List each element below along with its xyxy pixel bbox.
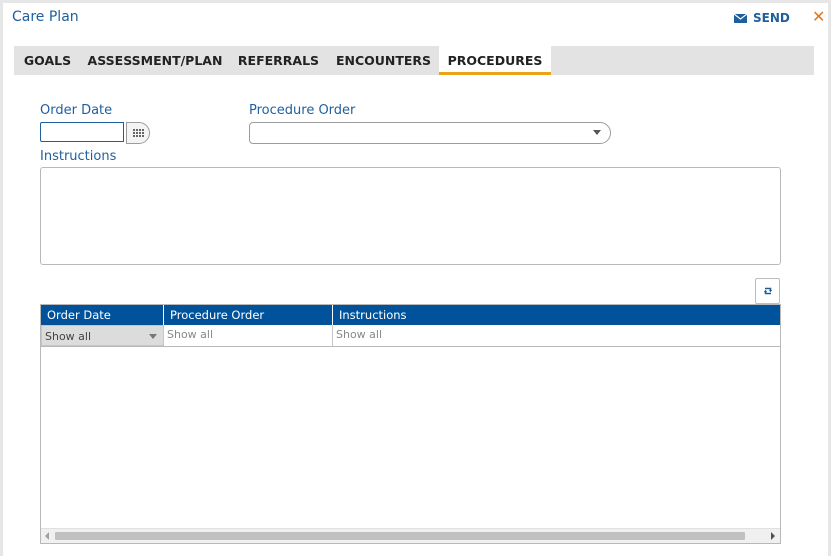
procedure-order-label: Procedure Order (249, 103, 356, 118)
care-plan-dialog: Care Plan SEND ✕ GOALS ASSESSMENT/PLAN R… (3, 3, 828, 556)
horizontal-scrollbar[interactable] (41, 528, 780, 543)
scrollbar-thumb[interactable] (55, 532, 745, 540)
instructions-label: Instructions (40, 149, 117, 164)
order-date-input[interactable] (40, 122, 124, 142)
envelope-icon (734, 13, 747, 23)
dialog-title: Care Plan (12, 9, 79, 25)
order-date-label: Order Date (40, 103, 113, 118)
refresh-button[interactable] (755, 278, 780, 304)
tab-referrals[interactable]: REFERRALS (229, 46, 328, 75)
procedure-order-select[interactable] (249, 122, 611, 144)
send-button[interactable]: SEND (734, 11, 790, 25)
tab-encounters[interactable]: ENCOUNTERS (328, 46, 439, 75)
column-header-procedure-order[interactable]: Procedure Order (164, 305, 333, 325)
scroll-right-icon[interactable] (771, 532, 775, 540)
chevron-down-icon (593, 130, 601, 135)
column-header-instructions[interactable]: Instructions (333, 305, 780, 325)
close-icon[interactable]: ✕ (812, 7, 825, 26)
column-header-order-date[interactable]: Order Date (41, 305, 164, 325)
tab-assessment-plan[interactable]: ASSESSMENT/PLAN (81, 46, 229, 75)
calendar-button[interactable] (126, 122, 150, 144)
refresh-icon (763, 287, 772, 295)
procedures-grid: Order Date Procedure Order Instructions … (40, 304, 781, 544)
tab-bar: GOALS ASSESSMENT/PLAN REFERRALS ENCOUNTE… (14, 46, 814, 75)
chevron-down-icon (149, 334, 157, 339)
grid-filter-row: Show all Show all Show all (41, 325, 780, 347)
order-date-filter-value: Show all (45, 330, 92, 343)
order-date-filter-select[interactable]: Show all (41, 325, 164, 346)
procedure-order-filter-input[interactable]: Show all (164, 325, 333, 346)
grid-header: Order Date Procedure Order Instructions (41, 305, 780, 325)
tab-goals[interactable]: GOALS (14, 46, 81, 75)
scroll-left-icon[interactable] (45, 532, 49, 540)
instructions-textarea[interactable] (40, 167, 781, 265)
tab-procedures[interactable]: PROCEDURES (439, 46, 551, 75)
instructions-filter-input[interactable]: Show all (333, 325, 780, 346)
calendar-icon (132, 128, 144, 137)
send-label: SEND (753, 11, 790, 25)
